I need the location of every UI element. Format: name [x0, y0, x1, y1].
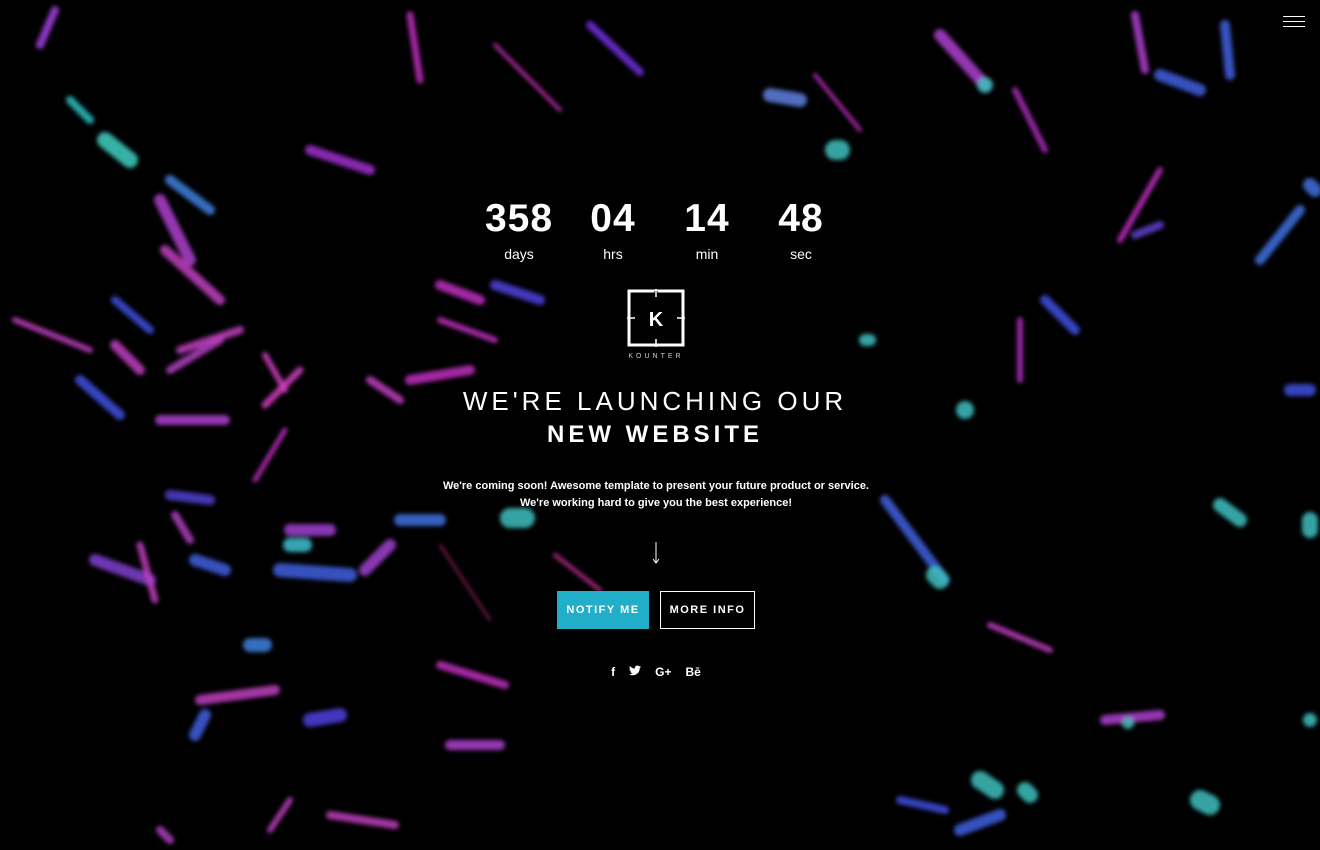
description: We're coming soon! Awesome template to p… [0, 478, 1312, 512]
social-links: f G+ Bē [0, 665, 1312, 679]
countdown-timer: 358 days 04 hrs 14 min 48 sec [0, 196, 1320, 262]
countdown-hours: 04 hrs [566, 196, 660, 262]
logo-letter: K [649, 309, 664, 331]
countdown-minutes-value: 14 [684, 197, 730, 240]
logo-wordmark: KOUNTER [628, 353, 684, 360]
countdown-hours-value: 04 [590, 197, 636, 240]
description-line-1: We're coming soon! Awesome template to p… [442, 480, 869, 492]
countdown-days: 358 days [472, 196, 566, 262]
more-info-button[interactable]: MORE INFO [660, 591, 755, 629]
countdown-seconds-value: 48 [778, 197, 824, 240]
countdown-minutes: 14 min [660, 196, 754, 262]
hamburger-menu-icon[interactable] [1283, 16, 1305, 32]
countdown-seconds: 48 sec [754, 196, 848, 262]
countdown-days-label: days [504, 246, 534, 262]
google-plus-icon[interactable]: G+ [655, 665, 671, 679]
countdown-hours-label: hrs [603, 246, 623, 262]
headline-line-1: WE'RE LAUNCHING OUR [462, 386, 848, 416]
description-line-2: We're working hard to give you the best … [520, 497, 792, 509]
countdown-days-value: 358 [484, 197, 554, 240]
facebook-icon[interactable]: f [611, 665, 615, 679]
twitter-icon[interactable] [629, 665, 642, 679]
headline-line-2: NEW WEBSITE [547, 421, 763, 448]
arrow-down-icon[interactable] [651, 541, 661, 565]
countdown-minutes-label: min [695, 246, 719, 262]
notify-me-button[interactable]: NOTIFY ME [557, 591, 649, 629]
behance-icon[interactable]: Bē [686, 665, 701, 679]
logo-icon: K [627, 289, 685, 347]
countdown-seconds-label: sec [790, 246, 812, 262]
